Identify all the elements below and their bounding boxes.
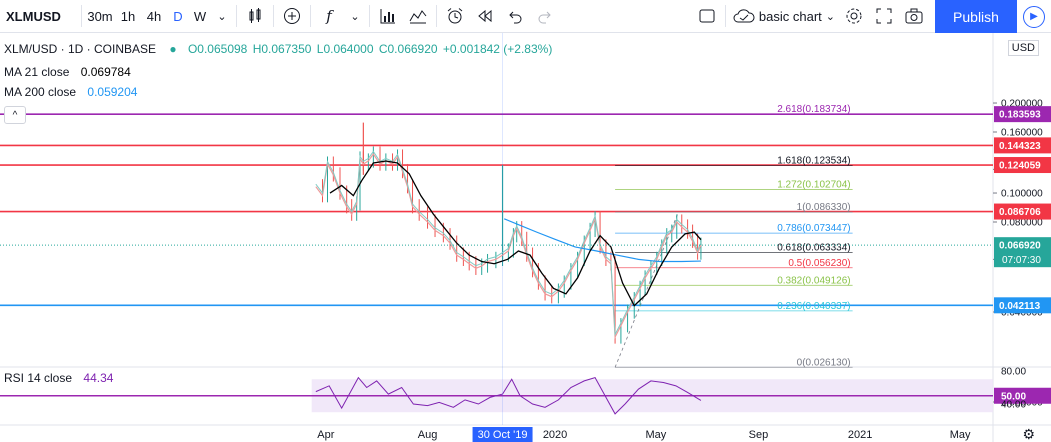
expand-icon[interactable]	[869, 0, 899, 33]
crosshair-time-label: 30 Oct '19	[478, 429, 528, 441]
layout-menu[interactable]: basic chart ⌄	[729, 0, 839, 33]
candles-icon[interactable]	[240, 0, 270, 33]
fib-level-label: 1(0.086330)	[797, 202, 851, 213]
area-chart-icon[interactable]	[403, 0, 433, 33]
camera-icon[interactable]	[899, 0, 929, 33]
separator	[81, 5, 82, 27]
price-axis-tick-label: 0.160000	[1001, 128, 1043, 139]
main-legend: XLM/USD · 1D · COINBASE ● O0.065098 H0.0…	[4, 42, 554, 56]
time-axis-label: May	[646, 429, 667, 441]
time-axis-label: Aug	[418, 429, 438, 441]
play-button[interactable]: ▶	[1017, 0, 1051, 33]
bar-countdown-label: 07:07:30	[1002, 255, 1041, 266]
fib-level-label: 0.382(0.049126)	[777, 275, 850, 286]
fib-level-label: 0.618(0.063334)	[777, 242, 850, 253]
chart-canvas[interactable]: 0.2000000.1600000.1200000.1000000.080000…	[0, 33, 1051, 442]
chart-settings-gear-icon[interactable]: ⚙	[1022, 426, 1035, 442]
time-axis-label: Apr	[317, 429, 334, 441]
separator	[436, 5, 437, 27]
legend-collapse-button[interactable]: ^	[4, 106, 26, 124]
rsi-label: RSI 14 close	[4, 371, 73, 385]
separator	[236, 5, 237, 27]
caret-down-icon: ⌄	[825, 10, 835, 23]
plus-circle-icon[interactable]	[277, 0, 307, 33]
publish-button[interactable]: Publish	[935, 0, 1017, 33]
play-icon: ▶	[1023, 5, 1045, 28]
legend-low: L0.064000	[316, 42, 374, 56]
horizontal-line-price-label: 0.144323	[999, 141, 1041, 152]
top-toolbar: XLMUSD 30m 1h 4h D W ⌄ 𝑓 ⌄ basic chart ⌄	[0, 0, 1051, 33]
separator	[273, 5, 274, 27]
fib-level-label: 2.618(0.183734)	[777, 104, 850, 115]
fib-level-label: 0(0.026130)	[797, 357, 851, 368]
separator	[724, 5, 726, 27]
time-axis-label: Sep	[749, 429, 769, 441]
fib-level-label: 0.5(0.056230)	[788, 258, 850, 269]
price-axis-tick-label: 0.100000	[1001, 189, 1043, 200]
legend-open: O0.065098	[187, 42, 248, 56]
currency-label[interactable]: USD	[1007, 40, 1039, 56]
legend-high: H0.067350	[252, 42, 312, 56]
symbol-search[interactable]: XLMUSD	[0, 0, 78, 33]
cloud-icon	[733, 9, 755, 23]
undo-icon[interactable]	[500, 0, 530, 33]
replay-icon[interactable]	[470, 0, 500, 33]
ma21-value: 0.069784	[80, 65, 131, 79]
redo-icon[interactable]	[530, 0, 560, 33]
fib-trend-line	[614, 212, 679, 368]
fx-icon[interactable]: 𝑓	[314, 0, 344, 33]
fib-level-label: 1.272(0.102704)	[777, 180, 850, 191]
legend-close: C0.066920	[378, 42, 438, 56]
ma21-label: MA 21 close	[4, 65, 70, 79]
horizontal-line-price-label: 0.086706	[999, 207, 1041, 218]
time-axis-label: May	[950, 429, 971, 441]
fib-level-label: 0.786(0.073447)	[777, 223, 850, 234]
legend-title: XLM/USD · 1D · COINBASE	[4, 42, 157, 56]
fib-level-label: 1.618(0.123534)	[777, 156, 850, 167]
time-axis-label: 2020	[543, 429, 567, 441]
ma200-label: MA 200 close	[4, 85, 77, 99]
fullscreen-box-icon[interactable]	[692, 0, 722, 33]
ma200-value: 0.059204	[87, 85, 138, 99]
last-price-label: 0.066920	[999, 241, 1041, 252]
layout-name: basic chart	[758, 8, 822, 24]
rsi-axis-label: 80.00	[1001, 367, 1026, 378]
separator	[369, 5, 370, 27]
horizontal-line-price-label: 0.124059	[999, 161, 1041, 172]
rsi-axis-label: 40.00	[1001, 400, 1026, 411]
interval-w[interactable]: W	[189, 0, 211, 33]
interval-d[interactable]: D	[167, 0, 189, 33]
legend-change: +0.001842 (+2.83%)	[442, 42, 553, 56]
time-axis-label: 2021	[848, 429, 872, 441]
fib-level-label: 0.236(0.040337)	[777, 301, 850, 312]
live-dot-icon: ●	[169, 42, 177, 56]
interval-4h[interactable]: 4h	[141, 0, 167, 33]
caret-down-icon[interactable]: ⌄	[211, 0, 233, 33]
horizontal-line-price-label: 0.183593	[999, 110, 1041, 121]
interval-30m[interactable]: 30m	[85, 0, 115, 33]
rsi-legend[interactable]: RSI 14 close 44.34	[4, 371, 115, 385]
settings-icon[interactable]	[839, 0, 869, 33]
rsi-value: 44.34	[83, 371, 114, 385]
alarm-icon[interactable]	[440, 0, 470, 33]
interval-1h[interactable]: 1h	[115, 0, 141, 33]
separator	[310, 5, 311, 27]
ma21-legend[interactable]: MA 21 close 0.069784	[4, 65, 133, 79]
price-series-line-upper	[315, 150, 702, 337]
caret-down-icon[interactable]: ⌄	[344, 0, 366, 33]
horizontal-line-price-label: 0.042113	[999, 301, 1041, 312]
bar-chart-icon[interactable]	[373, 0, 403, 33]
ma200-legend[interactable]: MA 200 close 0.059204	[4, 85, 139, 99]
